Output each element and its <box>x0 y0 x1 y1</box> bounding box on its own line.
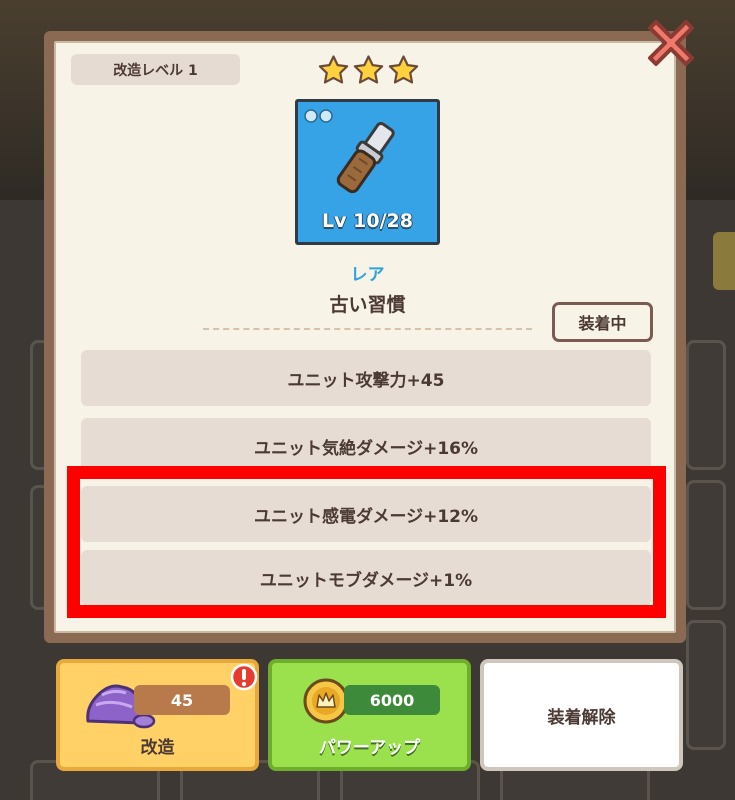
alert-icon <box>230 663 258 691</box>
item-card[interactable]: Lv 10/28 <box>295 99 440 245</box>
background-slot <box>686 480 726 610</box>
divider <box>203 328 532 330</box>
powerup-button-label: パワーアップ <box>318 738 421 758</box>
modify-level-label: 改造レベル 1 <box>71 54 240 85</box>
item-rarity: レア <box>350 265 385 285</box>
equipped-badge: 装着中 <box>552 302 653 342</box>
modify-button-label: 改造 <box>140 738 175 758</box>
stat-row: ユニット攻撃力+45 <box>81 350 651 406</box>
modify-button[interactable]: 45 改造 <box>56 659 259 771</box>
close-icon[interactable] <box>640 12 702 74</box>
item-level-text: Lv 10/28 <box>322 210 413 232</box>
rarity-stars <box>316 54 420 90</box>
ore-count: 45 <box>170 690 194 710</box>
item-card-inner: Lv 10/28 <box>298 102 437 242</box>
star-icon <box>353 55 383 84</box>
background-slot <box>686 620 726 750</box>
item-name: 古い習慣 <box>329 294 406 316</box>
unequip-button[interactable]: 装着解除 <box>480 659 683 771</box>
gold-coin-icon <box>303 678 349 724</box>
background-slot <box>686 340 726 470</box>
old-knife-handle-icon <box>336 121 395 194</box>
highlight-box <box>67 466 666 618</box>
star-icon <box>388 55 418 84</box>
powerup-button[interactable]: 6000 パワーアップ <box>268 659 471 771</box>
powerup-price: 6000 <box>369 690 415 710</box>
star-icon <box>318 55 348 84</box>
background-side-tab <box>713 232 735 290</box>
